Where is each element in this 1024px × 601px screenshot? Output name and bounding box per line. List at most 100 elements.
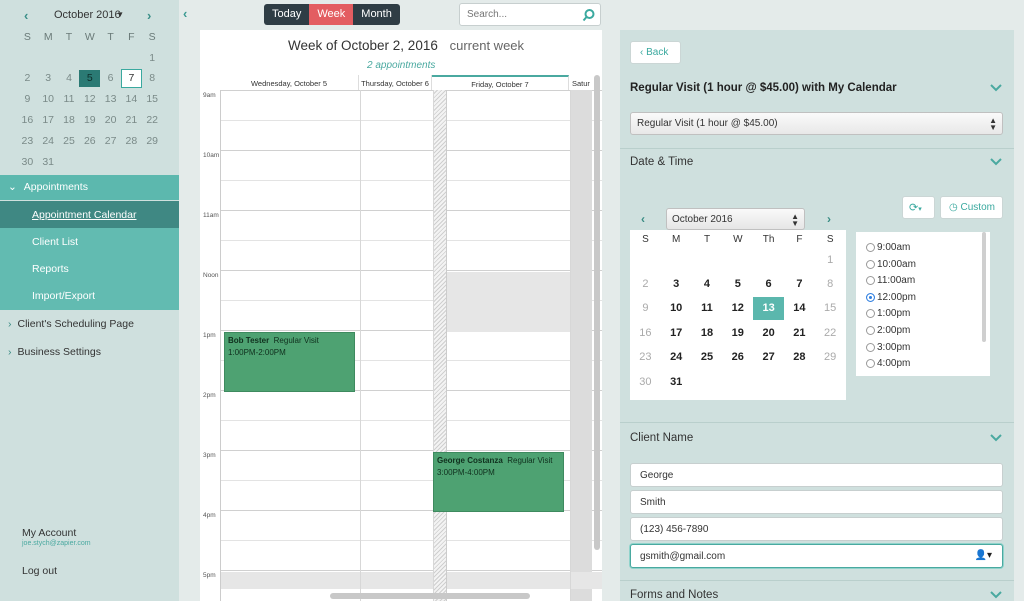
- mini-day-cell[interactable]: 17: [38, 112, 59, 129]
- mini-day-cell[interactable]: 19: [79, 112, 100, 129]
- chevron-down-icon[interactable]: [990, 591, 1002, 599]
- mini-day-cell[interactable]: 10: [38, 91, 59, 108]
- picker-day-cell[interactable]: 3: [661, 273, 692, 296]
- mini-day-cell[interactable]: 6: [100, 70, 121, 87]
- picker-day-cell[interactable]: 20: [753, 322, 784, 345]
- horizontal-scrollbar[interactable]: [330, 593, 530, 599]
- event-bob-tester[interactable]: Bob Tester Regular Visit 1:00PM-2:00PM: [224, 332, 355, 392]
- mini-day-cell[interactable]: 24: [38, 133, 59, 150]
- nav-reports[interactable]: Reports: [0, 255, 179, 282]
- chevron-down-icon[interactable]: [990, 158, 1002, 166]
- last-name-field[interactable]: Smith: [630, 490, 1003, 514]
- picker-day-cell[interactable]: 25: [692, 346, 723, 369]
- mini-day-cell[interactable]: 3: [38, 70, 59, 87]
- picker-day-cell[interactable]: 11: [692, 297, 723, 320]
- mini-day-cell[interactable]: 29: [142, 133, 163, 150]
- mini-day-cell[interactable]: 16: [17, 112, 38, 129]
- user-lookup-icon[interactable]: 👤▾: [975, 550, 992, 561]
- vertical-scrollbar[interactable]: [594, 75, 600, 550]
- time-grid[interactable]: Bob Tester Regular Visit 1:00PM-2:00PM G…: [220, 90, 602, 601]
- nav-business-settings[interactable]: › Business Settings: [8, 346, 101, 358]
- mini-day-cell[interactable]: 22: [142, 112, 163, 129]
- time-slot[interactable]: 3:00pm: [866, 342, 910, 353]
- picker-day-cell[interactable]: 7: [784, 273, 815, 296]
- nav-appointment-calendar[interactable]: Appointment Calendar: [0, 201, 179, 228]
- mini-day-cell[interactable]: 21: [121, 112, 142, 129]
- picker-next-month-icon[interactable]: ›: [827, 212, 831, 226]
- back-button[interactable]: ‹ Back: [630, 41, 681, 64]
- mini-prev-month-icon[interactable]: ‹: [24, 8, 28, 23]
- today-button[interactable]: Today: [264, 4, 310, 25]
- picker-day-cell[interactable]: 31: [661, 371, 692, 394]
- radio-icon[interactable]: [866, 342, 875, 352]
- search-input[interactable]: [460, 4, 575, 25]
- picker-day-cell[interactable]: 19: [722, 322, 753, 345]
- service-select[interactable]: Regular Visit (1 hour @ $45.00) ▲ ▼: [630, 112, 1003, 135]
- mini-day-cell[interactable]: 1: [142, 50, 163, 67]
- custom-time-button[interactable]: ◷ Custom: [940, 196, 1003, 219]
- picker-day-cell[interactable]: 10: [661, 297, 692, 320]
- picker-day-cell[interactable]: 27: [753, 346, 784, 369]
- phone-field[interactable]: (123) 456-7890: [630, 517, 1003, 541]
- mini-day-cell[interactable]: 5: [79, 70, 101, 88]
- nav-import-export[interactable]: Import/Export: [0, 282, 179, 310]
- mini-day-cell[interactable]: 23: [17, 133, 38, 150]
- week-view-button[interactable]: Week: [309, 4, 354, 25]
- mini-day-cell[interactable]: 13: [100, 91, 121, 108]
- mini-day-cell[interactable]: 15: [142, 91, 163, 108]
- picker-day-cell[interactable]: 12: [722, 297, 753, 320]
- picker-day-cell[interactable]: 4: [692, 273, 723, 296]
- time-slot[interactable]: 12:00pm: [866, 292, 916, 303]
- mini-day-cell[interactable]: 2: [17, 70, 38, 87]
- radio-icon[interactable]: [866, 359, 875, 369]
- mini-day-cell[interactable]: 7: [120, 69, 142, 89]
- radio-icon[interactable]: [866, 243, 875, 252]
- chevron-down-icon[interactable]: [990, 84, 1002, 92]
- picker-day-cell[interactable]: 18: [692, 322, 723, 345]
- logout-link[interactable]: Log out: [22, 565, 57, 577]
- time-slot[interactable]: 9:00am: [866, 242, 910, 253]
- mini-day-cell[interactable]: 18: [59, 112, 80, 129]
- mini-day-cell[interactable]: 25: [59, 133, 80, 150]
- picker-day-cell[interactable]: 24: [661, 346, 692, 369]
- my-account-link[interactable]: My Account: [22, 527, 76, 539]
- picker-day-cell[interactable]: 13: [753, 297, 784, 321]
- picker-day-cell[interactable]: 21: [784, 322, 815, 345]
- mini-day-cell[interactable]: 11: [59, 91, 80, 108]
- picker-day-cell[interactable]: 26: [722, 346, 753, 369]
- search-icon[interactable]: [582, 8, 596, 22]
- collapse-sidebar-icon[interactable]: ‹: [183, 6, 187, 21]
- time-slot[interactable]: 10:00am: [866, 259, 916, 270]
- picker-day-cell[interactable]: 5: [722, 273, 753, 296]
- radio-icon[interactable]: [866, 309, 875, 319]
- time-slot[interactable]: 2:00pm: [866, 325, 910, 336]
- mini-day-cell[interactable]: 28: [121, 133, 142, 150]
- picker-day-cell[interactable]: 17: [661, 322, 692, 345]
- picker-day-cell[interactable]: 6: [753, 273, 784, 296]
- mini-day-cell[interactable]: 26: [79, 133, 100, 150]
- radio-icon[interactable]: [866, 326, 875, 335]
- time-list-scrollbar[interactable]: [982, 232, 986, 342]
- mini-day-cell[interactable]: 30: [17, 154, 38, 171]
- email-field[interactable]: gsmith@gmail.com 👤▾: [630, 544, 1003, 568]
- mini-day-cell[interactable]: 27: [100, 133, 121, 150]
- mini-day-cell[interactable]: 31: [38, 154, 59, 171]
- event-george-costanza[interactable]: George Costanza Regular Visit 3:00PM-4:0…: [433, 452, 564, 512]
- mini-month-caret-icon[interactable]: ▾: [118, 9, 123, 20]
- refresh-button[interactable]: ⟳▾: [902, 196, 935, 219]
- chevron-down-icon[interactable]: [990, 434, 1002, 442]
- nav-scheduling-page[interactable]: › Client's Scheduling Page: [8, 318, 134, 330]
- picker-prev-month-icon[interactable]: ‹: [641, 212, 645, 226]
- mini-day-cell[interactable]: 14: [121, 91, 142, 108]
- mini-next-month-icon[interactable]: ›: [147, 8, 151, 23]
- radio-icon[interactable]: [866, 259, 875, 269]
- radio-icon[interactable]: [866, 292, 875, 302]
- month-view-button[interactable]: Month: [353, 4, 400, 25]
- mini-day-cell[interactable]: 12: [79, 91, 100, 108]
- nav-client-list[interactable]: Client List: [0, 228, 179, 255]
- mini-month-label[interactable]: October 2016: [54, 9, 121, 21]
- time-slot[interactable]: 1:00pm: [866, 308, 910, 319]
- time-slot[interactable]: 11:00am: [866, 275, 915, 286]
- picker-day-cell[interactable]: 14: [784, 297, 815, 320]
- nav-appointments[interactable]: ⌄ Appointments: [0, 175, 179, 200]
